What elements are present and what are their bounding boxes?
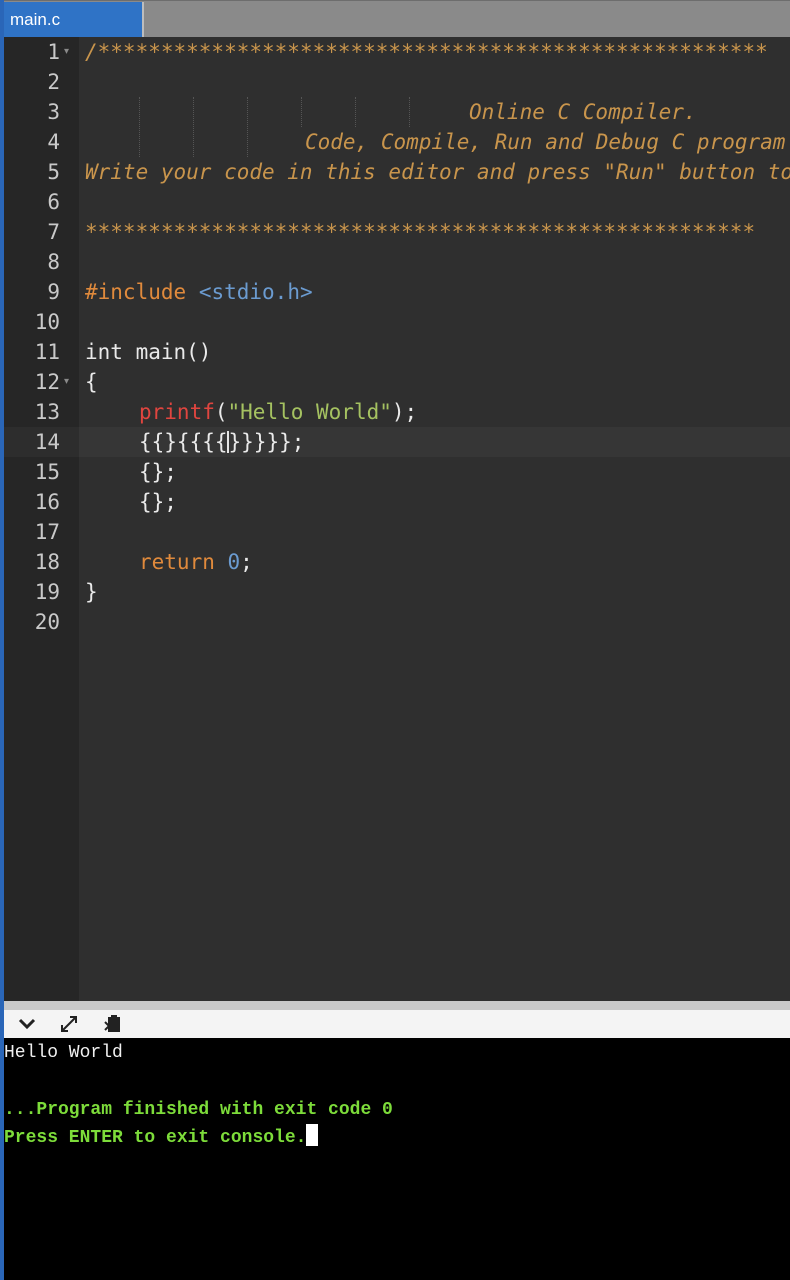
line-number: 11 [34, 340, 60, 364]
line-number: 2 [47, 70, 60, 94]
include-directive: #include [85, 280, 187, 304]
code-editor[interactable]: 1 2 3 4 5 6 7 8 9 10 11 12 13 14 15 16 17 18 19 20 ▾ ▾ /***… [4, 37, 790, 1001]
code-line-13: printf("Hello World"); [139, 400, 418, 424]
code-line-7: ****************************************… [85, 220, 756, 244]
line-number: 18 [34, 550, 60, 574]
code-line-5: Write your code in this editor and press… [85, 160, 790, 184]
tab-main-c[interactable]: main.c [4, 2, 144, 37]
line-number: 14 [34, 430, 60, 454]
clipboard-copy-icon[interactable] [102, 1014, 124, 1034]
console-toolbar [4, 1010, 790, 1038]
line-number: 3 [47, 100, 60, 124]
console-prompt-line: Press ENTER to exit console. [4, 1124, 319, 1152]
return-keyword: return [139, 550, 215, 574]
tab-bar: main.c [4, 0, 790, 37]
line-number: 19 [34, 580, 60, 604]
code-line-18: return 0; [139, 550, 253, 574]
console-cursor [306, 1124, 319, 1146]
line-number: 1 [47, 40, 60, 64]
printf-call: printf [139, 400, 215, 424]
code-line-12: { [85, 370, 98, 394]
line-number: 17 [34, 520, 60, 544]
code-line-14: {{}{{{{}}}}}; [139, 430, 305, 454]
include-header: <stdio.h> [198, 280, 313, 304]
line-number: 13 [34, 400, 60, 424]
code-line-11: int main() [85, 340, 212, 364]
string-literal: "Hello World" [227, 400, 392, 424]
line-number: 20 [34, 610, 60, 634]
chevron-down-icon[interactable] [16, 1014, 38, 1034]
line-number: 9 [47, 280, 60, 304]
code-line-16: {}; [139, 490, 177, 514]
line-number: 16 [34, 490, 60, 514]
line-number: 8 [47, 250, 60, 274]
code-line-19: } [85, 580, 98, 604]
line-number: 15 [34, 460, 60, 484]
console-output: Hello World [4, 1043, 123, 1063]
line-number: 4 [47, 130, 60, 154]
line-number: 10 [34, 310, 60, 334]
line-number: 7 [47, 220, 60, 244]
code-line-1: /***************************************… [85, 40, 768, 64]
line-number: 5 [47, 160, 60, 184]
console-exit-message: ...Program finished with exit code 0 [4, 1100, 393, 1120]
fold-arrow-icon[interactable]: ▾ [64, 37, 69, 67]
line-number: 12 [34, 370, 60, 394]
code-line-3: Online C Compiler. [469, 100, 697, 124]
code-line-4: Code, Compile, Run and Debug C program o… [305, 130, 786, 154]
line-number: 6 [47, 190, 60, 214]
return-value: 0 [227, 550, 241, 574]
expand-arrows-icon[interactable] [58, 1014, 80, 1034]
code-line-9: #include <stdio.h> [85, 277, 313, 307]
code-line-15: {}; [139, 460, 177, 484]
panel-splitter[interactable] [4, 1001, 790, 1010]
output-console[interactable]: Hello World ...Program finished with exi… [4, 1038, 790, 1280]
fold-arrow-icon[interactable]: ▾ [64, 367, 69, 397]
